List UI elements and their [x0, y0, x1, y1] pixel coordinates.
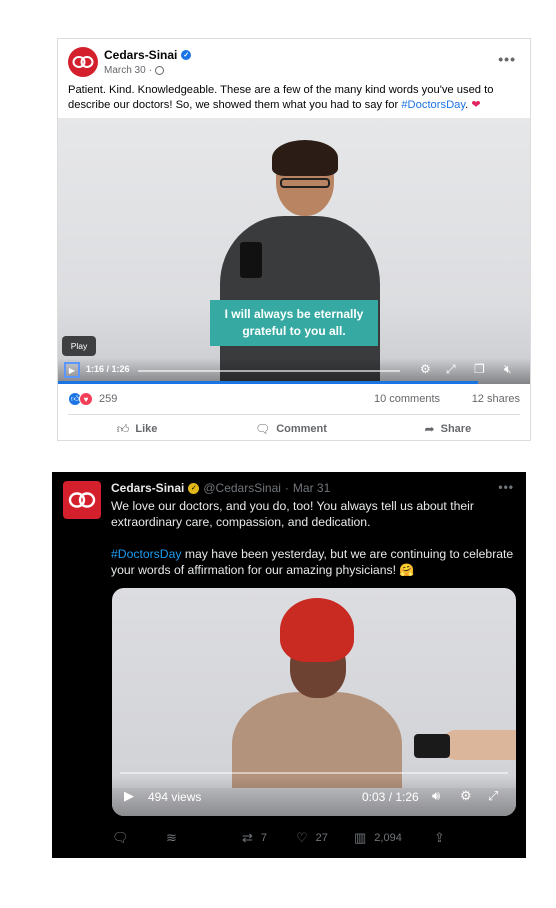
settings-icon[interactable]: ⚙: [460, 788, 472, 804]
video-progress-bar: [58, 381, 479, 384]
tweet-header: Cedars-Sinai ✓ @CedarsSinai · Mar 31: [111, 481, 330, 495]
share-button[interactable]: ⇪: [434, 830, 445, 846]
comments-count[interactable]: 10 comments: [374, 393, 440, 405]
tweet-video[interactable]: ▶ 494 views 0:03 / 1:26 🔊︎ ⚙ ⤢: [112, 588, 516, 816]
fullscreen-icon[interactable]: ⤢: [488, 788, 498, 804]
retweet-button[interactable]: ⇄ 7: [242, 830, 267, 846]
layers-icon: ≋: [166, 830, 177, 845]
twitter-post: Cedars-Sinai ✓ @CedarsSinai · Mar 31 •••…: [52, 472, 526, 858]
date-separator: ·: [148, 65, 153, 76]
tweet-paragraph-1: We love our doctors, and you do, too! Yo…: [111, 499, 474, 529]
pip-icon[interactable]: ❐: [474, 362, 485, 376]
reply-icon: 🗨︎: [112, 830, 129, 845]
more-options-button[interactable]: •••: [498, 51, 516, 67]
fullscreen-icon[interactable]: ⤢: [446, 362, 456, 377]
reactions-summary[interactable]: 👍︎ ♥ 259: [68, 392, 117, 406]
red-headwrap: [280, 598, 354, 662]
post-header: Cedars-Sinai ✓ March 30 · •••: [68, 45, 520, 83]
phone: [240, 242, 262, 278]
love-reaction-icon: ♥: [79, 392, 93, 406]
verified-icon: ✓: [181, 50, 192, 60]
page-name-text[interactable]: Cedars-Sinai: [104, 48, 177, 62]
date-separator: ·: [284, 481, 289, 495]
facebook-post: Cedars-Sinai ✓ March 30 · ••• Patient. K…: [57, 38, 531, 441]
post-text: Patient. Kind. Knowledgeable. These are …: [68, 83, 524, 113]
retweet-icon: ⇄: [242, 830, 253, 845]
video-time: 1:16 / 1:26: [86, 364, 130, 374]
video-caption: I will always be eternally grateful to y…: [210, 300, 378, 346]
like-count: 27: [315, 832, 328, 844]
play-tooltip: Play: [62, 336, 96, 356]
logo-rings-icon: [72, 56, 94, 68]
share-button[interactable]: ➦ Share: [425, 419, 472, 439]
heart-emoji: ❤: [471, 99, 481, 111]
views-button[interactable]: ▥ 2,094: [354, 830, 402, 846]
scrub-bar[interactable]: [138, 370, 400, 372]
extended-hand: [442, 730, 516, 760]
share-label: Share: [440, 423, 472, 435]
video-time: 0:03 / 1:26: [362, 790, 419, 804]
shares-count[interactable]: 12 shares: [472, 393, 520, 405]
page-name[interactable]: Cedars-Sinai ✓: [104, 48, 192, 62]
reactions-count[interactable]: 259: [99, 393, 117, 405]
post-date-text[interactable]: March 30: [104, 65, 146, 76]
tweet-paragraph-2: #DoctorsDay may have been yesterday, but…: [111, 546, 515, 578]
divider: [68, 414, 520, 415]
like-button[interactable]: 👍︎ Like: [117, 419, 158, 439]
stack-button[interactable]: ≋: [166, 830, 177, 846]
like-label: Like: [135, 423, 158, 435]
comment-button[interactable]: 🗨︎ Comment: [255, 419, 327, 439]
tweet-date[interactable]: Mar 31: [293, 481, 330, 495]
video-views: 494 views: [148, 790, 202, 804]
account-handle[interactable]: @CedarsSinai: [203, 481, 281, 495]
video-controls: ▶ 1:16 / 1:26 ⚙ ⤢ ❐ 🔇︎: [58, 358, 530, 384]
tweet-actions: 🗨︎ ≋ ⇄ 7 ♡ 27 ▥ 2,094 ⇪: [112, 830, 516, 848]
comment-icon: 🗨︎: [254, 422, 271, 436]
retweet-count: 7: [260, 832, 268, 844]
play-button[interactable]: ▶: [64, 362, 80, 378]
logo-rings-icon: [68, 492, 96, 508]
views-count: 2,094: [374, 832, 402, 844]
heart-icon: ♡: [296, 830, 308, 845]
tweet-text: We love our doctors, and you do, too! Yo…: [111, 498, 515, 578]
reply-button[interactable]: 🗨︎: [112, 830, 129, 846]
settings-icon[interactable]: ⚙: [420, 362, 431, 376]
account-name[interactable]: Cedars-Sinai: [111, 481, 184, 495]
comment-label: Comment: [276, 423, 327, 435]
video-controls: ▶ 494 views 0:03 / 1:26 🔊︎ ⚙ ⤢: [112, 776, 516, 816]
share-arrow-icon: ➦: [424, 422, 435, 436]
volume-icon[interactable]: 🔊︎: [432, 788, 440, 804]
video-scrub-bar[interactable]: [120, 772, 508, 774]
globe-icon: [155, 66, 165, 75]
upload-share-icon: ⇪: [434, 830, 445, 845]
person-hair: [272, 140, 338, 176]
cedars-sinai-logo[interactable]: [68, 47, 98, 77]
caption-line-1: I will always be eternally: [224, 307, 364, 321]
thumbs-up-icon: 👍︎: [116, 421, 130, 436]
caption-line-2: grateful to you all.: [242, 324, 346, 338]
post-date[interactable]: March 30 ·: [104, 65, 165, 76]
post-stats: 👍︎ ♥ 259 10 comments 12 shares: [68, 389, 520, 409]
more-options-button[interactable]: •••: [498, 480, 514, 494]
phone: [414, 734, 450, 758]
hashtag-link[interactable]: #DoctorsDay: [111, 547, 181, 561]
like-button[interactable]: ♡ 27: [296, 830, 328, 846]
post-actions: 👍︎ Like 🗨︎ Comment ➦ Share: [68, 419, 520, 439]
glasses: [280, 178, 330, 188]
play-icon[interactable]: ▶: [124, 788, 134, 804]
play-icon: ▶: [68, 365, 76, 375]
bar-chart-icon: ▥: [354, 830, 367, 845]
hugging-emoji: 🤗: [399, 563, 415, 577]
verified-gold-icon: ✓: [188, 482, 200, 494]
hashtag-link[interactable]: #DoctorsDay: [401, 99, 465, 111]
cedars-sinai-avatar[interactable]: [63, 481, 101, 519]
mute-icon[interactable]: 🔇︎: [504, 362, 512, 377]
video-player[interactable]: I will always be eternally grateful to y…: [58, 118, 530, 384]
